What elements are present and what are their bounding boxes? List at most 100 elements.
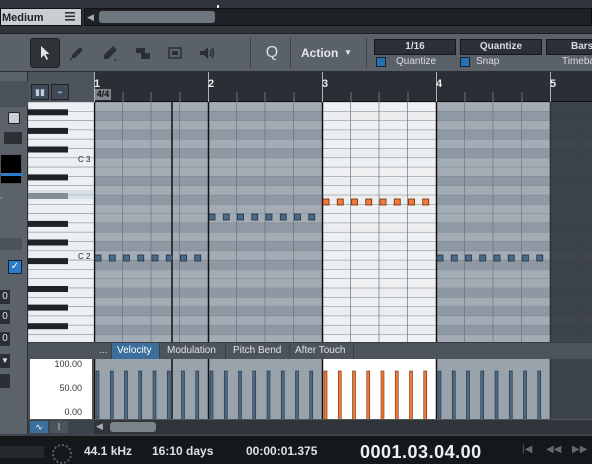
quantize-q-button[interactable]: Q — [258, 38, 286, 68]
velocity-bar — [252, 370, 257, 420]
quantize-button[interactable]: Quantize — [460, 39, 542, 55]
checkmark-icon[interactable]: ✓ — [8, 260, 22, 274]
note — [237, 213, 244, 221]
scroll-left-icon[interactable]: ◀ — [87, 11, 97, 23]
note — [108, 254, 116, 262]
velocity-lane[interactable] — [94, 359, 592, 420]
bar-ruler[interactable]: 1 2 3 4 5 4/4 — [94, 72, 592, 102]
scale-label: 0.00 — [64, 407, 82, 417]
timebase-field[interactable]: Bars — [546, 39, 592, 55]
velocity-bar-selected — [409, 370, 413, 420]
time-display: 00:00:01.375 — [246, 444, 318, 458]
timebase-label: Timeba — [562, 56, 592, 67]
piano-keyboard[interactable]: C 3 C 2 — [27, 101, 95, 345]
keyboard-header: ▮▮ ⌁ — [28, 72, 94, 102]
lane-tab-bar: ... Velocity Modulation Pitch Bend After… — [94, 343, 592, 359]
snap-checkbox[interactable] — [460, 57, 470, 67]
tab-more[interactable]: ... — [94, 343, 112, 359]
note — [493, 254, 501, 262]
pencil-tool-icon[interactable] — [96, 38, 126, 68]
mute-tool-icon[interactable] — [160, 38, 190, 68]
velocity-bar-selected — [394, 370, 399, 420]
note — [294, 213, 301, 221]
note-selected — [422, 198, 430, 206]
black-key — [28, 304, 68, 311]
rewind-start-icon[interactable]: |◀ — [522, 444, 532, 455]
note-selected — [379, 198, 387, 206]
position-display[interactable]: 0001.03.04.00 — [360, 442, 482, 463]
color-swatch[interactable] — [0, 154, 23, 184]
tab-velocity[interactable]: Velocity — [112, 343, 160, 359]
eraser-tool-icon[interactable] — [62, 38, 92, 68]
bar-number: 3 — [322, 78, 329, 90]
note-grid[interactable] — [94, 102, 592, 342]
scrollbar-thumb[interactable] — [99, 11, 215, 23]
tab-pitch-bend[interactable]: Pitch Bend — [228, 343, 290, 359]
note — [251, 213, 259, 221]
lane-view-icon[interactable]: ∿ — [30, 421, 48, 433]
out-of-range-area — [550, 359, 592, 420]
time-signature[interactable]: 4/4 — [95, 89, 111, 100]
lane-expand-icon[interactable]: ⌇ — [50, 421, 68, 433]
arrow-tool-icon[interactable] — [30, 38, 60, 68]
tab-after-touch[interactable]: After Touch — [290, 343, 354, 359]
keyboard-mode-icon[interactable]: ⌁ — [51, 84, 69, 100]
note — [194, 254, 202, 262]
speaker-tool-icon[interactable] — [192, 38, 222, 68]
note — [507, 254, 515, 262]
overview-scrollbar[interactable]: ◀ — [84, 8, 592, 26]
velocity-bar — [537, 370, 542, 420]
inspector-value[interactable]: 0 — [0, 332, 10, 346]
velocity-bar — [508, 370, 513, 420]
velocity-bar — [166, 370, 171, 420]
sample-rate: 44.1 kHz — [84, 444, 133, 458]
quantize-value-field[interactable]: 1/16 — [374, 39, 456, 55]
horizontal-scrollbar[interactable]: ◀ — [94, 420, 592, 434]
velocity-bar — [238, 370, 242, 420]
white-key — [27, 204, 95, 214]
scroll-left-icon[interactable]: ◀ — [96, 421, 103, 432]
highlight-key — [28, 190, 94, 199]
black-key — [28, 127, 68, 134]
bend-tool-icon[interactable] — [128, 38, 158, 68]
inspector-mark: " — [0, 196, 3, 205]
inspector-slot — [0, 238, 22, 250]
inspector-value[interactable]: 0 — [0, 290, 10, 304]
black-key — [28, 109, 68, 116]
resize-grip-icon[interactable] — [490, 28, 550, 40]
note — [465, 254, 472, 262]
black-key — [28, 220, 68, 227]
dropdown-arrow-icon[interactable]: ▼ — [0, 354, 10, 368]
velocity-bar — [451, 370, 456, 420]
key-label-c2: C 2 — [78, 252, 91, 261]
velocity-bar — [124, 370, 128, 420]
velocity-bar — [280, 370, 285, 420]
note — [180, 254, 187, 262]
action-menu-button[interactable]: Action ▼ — [292, 39, 362, 67]
quantize-checkbox[interactable] — [376, 57, 386, 67]
rewind-icon[interactable]: ◀◀ — [546, 444, 561, 455]
velocity-bar-selected — [337, 370, 342, 420]
toolbar-divider — [250, 38, 251, 68]
scrollbar-thumb[interactable] — [110, 422, 156, 432]
velocity-bar — [181, 370, 185, 420]
velocity-bar — [309, 370, 314, 420]
forward-icon[interactable]: ▶▶ — [572, 444, 587, 455]
menu-icon[interactable] — [64, 10, 76, 24]
black-key — [28, 239, 68, 246]
inspector-toggle[interactable] — [8, 112, 20, 124]
note-selected — [393, 198, 401, 206]
note — [165, 254, 173, 262]
black-key — [28, 286, 68, 292]
quantize-label: Quantize — [396, 56, 437, 67]
pause-icon[interactable]: ▮▮ — [31, 84, 49, 100]
inspector-value[interactable]: 0 — [0, 310, 10, 324]
inspector-button[interactable] — [0, 374, 10, 388]
tab-modulation[interactable]: Modulation — [162, 343, 226, 359]
velocity-bar-selected — [323, 370, 328, 420]
inspector-button[interactable] — [4, 132, 22, 144]
scale-label: 100.00 — [54, 359, 82, 369]
top-strip: Medium ◀ — [0, 0, 592, 40]
velocity-bar — [223, 370, 228, 420]
note — [308, 213, 316, 221]
